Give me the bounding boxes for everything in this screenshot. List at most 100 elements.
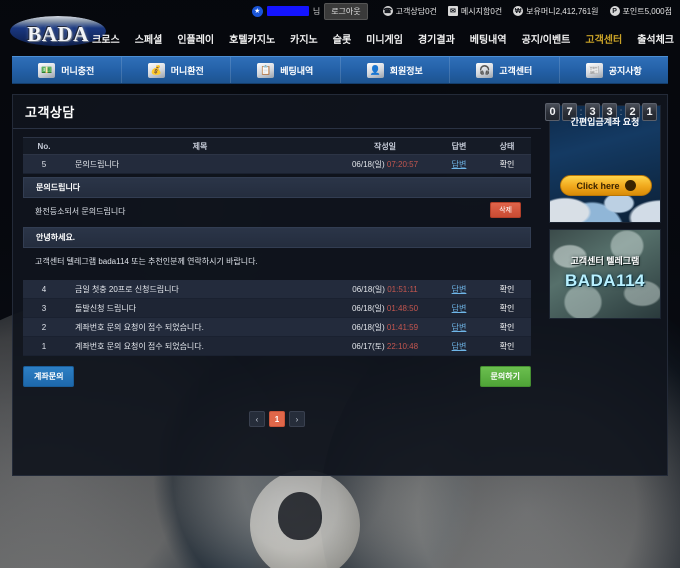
row-date-time: 07:20:57	[386, 159, 419, 169]
table-row[interactable]: 4 금일 첫충 20프로 신청드립니다 06/18(일) 01:51:11 답변…	[23, 280, 531, 299]
nav-item-cross[interactable]: 크로스	[92, 31, 120, 46]
panel-header: 고객상담	[13, 95, 541, 129]
row-reply-link[interactable]: 답변	[435, 159, 483, 170]
row-reply-link[interactable]: 답변	[435, 303, 483, 314]
row-date: 06/18(일) 01:41:59	[335, 322, 435, 333]
nav-item-inplay[interactable]: 인플레이	[177, 31, 214, 46]
pagination-page-1[interactable]: 1	[269, 411, 285, 427]
nav-item-customer-center[interactable]: 고객센터	[585, 31, 622, 46]
action-button-row: 계좌문의 문의하기	[23, 366, 531, 387]
row-title[interactable]: 돌발신청 드립니다	[65, 303, 335, 314]
subnav-item-money-charge[interactable]: 💵 머니충전	[12, 57, 122, 83]
row-date-day: 06/18(일)	[352, 284, 385, 294]
deposit-request-banner[interactable]: 간편입금계좌 요청 Click here ▶	[549, 105, 661, 223]
row-title[interactable]: 계좌번호 문의 요청이 접수 되었습니다.	[65, 322, 335, 333]
nav-item-casino[interactable]: 카지노	[290, 31, 318, 46]
telegram-banner[interactable]: 고객센터 텔레그램 BADA114	[549, 229, 661, 319]
pagination-prev-button[interactable]: ‹	[249, 411, 265, 427]
logout-button[interactable]: 로그아웃	[324, 2, 368, 20]
nav-item-betting-history[interactable]: 베팅내역	[470, 31, 507, 46]
subnav-item-customer-center[interactable]: 🎧 고객센터	[450, 57, 560, 83]
table-header-row: No. 제목 작성일 답변 상태	[23, 137, 531, 155]
sidebar-banners: 간편입금계좌 요청 Click here ▶ 고객센터 텔레그램 BADA114	[549, 95, 667, 475]
point-icon: P	[609, 6, 620, 16]
star-icon: ★	[251, 5, 263, 17]
nav-item-hotel-casino[interactable]: 호텔카지노	[229, 31, 275, 46]
betting-history-icon: 📋	[257, 62, 275, 78]
inquiry-board: No. 제목 작성일 답변 상태 5 문의드립니다 06/18(일) 07:20…	[23, 137, 531, 356]
click-here-button[interactable]: Click here ▶	[560, 175, 652, 196]
row-date-time: 01:48:50	[386, 303, 419, 313]
user-block: ★ 님 로그아웃	[251, 2, 368, 20]
username-masked	[266, 6, 309, 16]
info-message-box[interactable]: ✉ 메시지함0건	[447, 6, 503, 17]
account-inquiry-button[interactable]: 계좌문의	[23, 366, 75, 387]
table-row[interactable]: 3 돌발신청 드립니다 06/18(일) 01:48:50 답변 확인	[23, 299, 531, 318]
detail-question-body: 환전등소되서 문의드립니다 삭제	[23, 198, 531, 224]
row-title[interactable]: 금일 첫충 20프로 신청드립니다	[65, 284, 335, 295]
subnav-item-member-info[interactable]: 👤 회원정보	[341, 57, 450, 83]
info-customer-consult[interactable]: ☎ 고객상담0건	[382, 6, 437, 17]
write-inquiry-button[interactable]: 문의하기	[479, 366, 531, 387]
inquiry-detail: 문의드립니다 환전등소되서 문의드립니다 삭제 안녕하세요. 고객센터 텔레그램…	[23, 177, 531, 274]
nav-item-minigame[interactable]: 미니게임	[366, 31, 403, 46]
row-state: 확인	[499, 284, 515, 294]
info-balance[interactable]: ₩ 보유머니2,412,761원	[513, 6, 599, 17]
row-date-time: 22:10:48	[386, 341, 419, 351]
notice-icon: 📰	[585, 62, 603, 78]
page-root: ★ 님 로그아웃 ☎ 고객상담0건 ✉ 메시지함0건 ₩ 보유머니2,412,7…	[0, 0, 680, 568]
row-title[interactable]: 문의드립니다	[65, 159, 335, 170]
row-date-time: 01:41:59	[386, 322, 419, 332]
delete-button[interactable]: 삭제	[490, 202, 521, 218]
row-reply-link[interactable]: 답변	[435, 341, 483, 352]
row-date-time: 01:51:11	[387, 284, 418, 294]
nav-item-results[interactable]: 경기결과	[418, 31, 455, 46]
play-arrow-icon: ▶	[624, 180, 636, 191]
detail-subject-bar: 문의드립니다	[23, 177, 531, 198]
detail-question-text: 환전등소되서 문의드립니다	[35, 206, 126, 216]
row-date-day: 06/17(토)	[351, 341, 385, 351]
pagination: ‹ 1 ›	[13, 411, 541, 427]
nav-item-slot[interactable]: 슬롯	[333, 31, 351, 46]
nav-item-notice-event[interactable]: 공지/이벤트	[522, 31, 571, 46]
site-header: BADA 크로스 스페셜 인플레이 호텔카지노 카지노 슬롯 미니게임 경기결과…	[0, 16, 680, 54]
page-title: 고객상담	[25, 105, 75, 120]
row-title[interactable]: 계좌번호 문의 요청이 접수 되었습니다.	[65, 341, 335, 352]
table-row[interactable]: 5 문의드립니다 06/18(일) 07:20:57 답변 확인	[23, 155, 531, 174]
info-message-box-text: 메시지함0건	[460, 6, 503, 16]
row-no: 5	[41, 159, 47, 169]
row-state: 확인	[499, 322, 515, 332]
subnav-label-money-charge: 머니충전	[61, 65, 95, 76]
headset-icon: ☎	[382, 6, 393, 16]
subnav-label-money-exchange: 머니환전	[170, 65, 204, 76]
row-reply-link[interactable]: 답변	[435, 322, 483, 333]
row-reply-link[interactable]: 답변	[435, 284, 483, 295]
subnav-item-betting-history[interactable]: 📋 베팅내역	[231, 57, 341, 83]
logo-text: BADA	[27, 21, 89, 46]
row-state: 확인	[499, 159, 515, 169]
money-charge-icon: 💵	[38, 62, 56, 78]
info-points[interactable]: P 포인트5,000점	[609, 6, 672, 17]
nav-item-attendance[interactable]: 출석체크	[637, 31, 674, 46]
member-info-icon: 👤	[366, 62, 384, 78]
click-here-label: Click here	[576, 180, 620, 191]
pagination-next-button[interactable]: ›	[289, 411, 305, 427]
column-header-no: No.	[37, 141, 51, 151]
row-date-day: 06/18(일)	[351, 159, 385, 169]
subnav-label-betting-history: 베팅내역	[280, 65, 314, 76]
subnav-item-notice[interactable]: 📰 공지사항	[560, 57, 669, 83]
row-date-day: 06/18(일)	[351, 303, 385, 313]
subnav-label-customer-center: 고객센터	[499, 65, 533, 76]
table-row[interactable]: 2 계좌번호 문의 요청이 접수 되었습니다. 06/18(일) 01:41:5…	[23, 318, 531, 337]
row-state: 확인	[499, 303, 515, 313]
table-row[interactable]: 1 계좌번호 문의 요청이 접수 되었습니다. 06/17(토) 22:10:4…	[23, 337, 531, 356]
row-date-day: 06/18(일)	[351, 322, 385, 332]
row-date: 06/18(일) 01:48:50	[335, 303, 435, 314]
main-column: 고객상담 No. 제목 작성일 답변 상태 5 문의드립니다 06/18(일)	[13, 95, 541, 475]
table-body: 4 금일 첫충 20프로 신청드립니다 06/18(일) 01:51:11 답변…	[23, 280, 531, 356]
row-no: 3	[41, 303, 47, 313]
row-date: 06/18(일) 07:20:57	[335, 159, 435, 170]
subnav-item-money-exchange[interactable]: 💰 머니환전	[122, 57, 231, 83]
nav-item-special[interactable]: 스페셜	[135, 31, 163, 46]
info-customer-consult-text: 고객상담0건	[395, 6, 437, 16]
